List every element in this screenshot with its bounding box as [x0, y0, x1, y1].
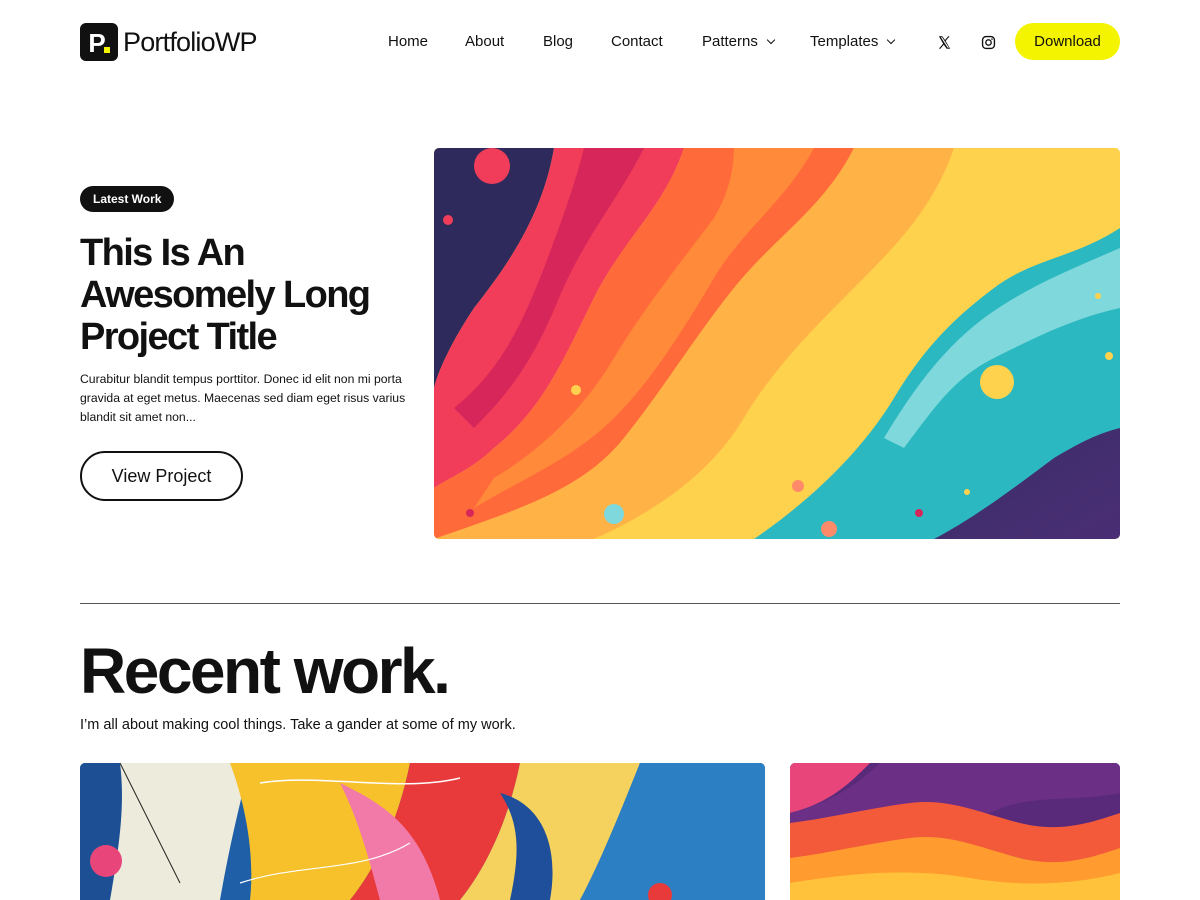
logo-mark: P [80, 23, 118, 61]
nav-templates[interactable]: Templates [810, 33, 896, 50]
recent-work-title: Recent work. [80, 635, 451, 707]
recent-work-subtitle: I’m all about making cool things. Take a… [80, 717, 516, 733]
hero-title: This Is An Awesomely Long Project Title [80, 232, 371, 358]
nav-patterns[interactable]: Patterns [702, 33, 776, 50]
latest-work-badge: Latest Work [80, 186, 175, 212]
project-card-image[interactable] [80, 763, 765, 900]
nav-about[interactable]: About [465, 33, 504, 50]
nav-contact[interactable]: Contact [611, 33, 663, 50]
x-icon[interactable] [934, 32, 954, 52]
hero-description: Curabitur blandit tempus porttitor. Done… [80, 372, 406, 424]
chevron-down-icon [766, 35, 776, 44]
nav-blog[interactable]: Blog [543, 33, 573, 50]
project-card-image[interactable] [790, 763, 1120, 900]
download-button[interactable]: Download [1015, 23, 1120, 60]
site-header: P PortfolioWP Home About Blog Contact Pa… [80, 22, 1120, 62]
instagram-icon[interactable] [978, 32, 998, 52]
hero-project-image[interactable] [434, 148, 1120, 539]
nav-home[interactable]: Home [388, 33, 428, 50]
view-project-button[interactable]: View Project [80, 451, 243, 501]
logo-dot [104, 47, 110, 53]
chevron-down-icon [887, 35, 896, 44]
site-title: PortfolioWP [123, 26, 258, 57]
site-logo[interactable]: P PortfolioWP [80, 23, 258, 61]
nav-templates-label: Templates [810, 33, 879, 50]
section-divider [80, 603, 1120, 604]
nav-patterns-label: Patterns [702, 33, 758, 50]
